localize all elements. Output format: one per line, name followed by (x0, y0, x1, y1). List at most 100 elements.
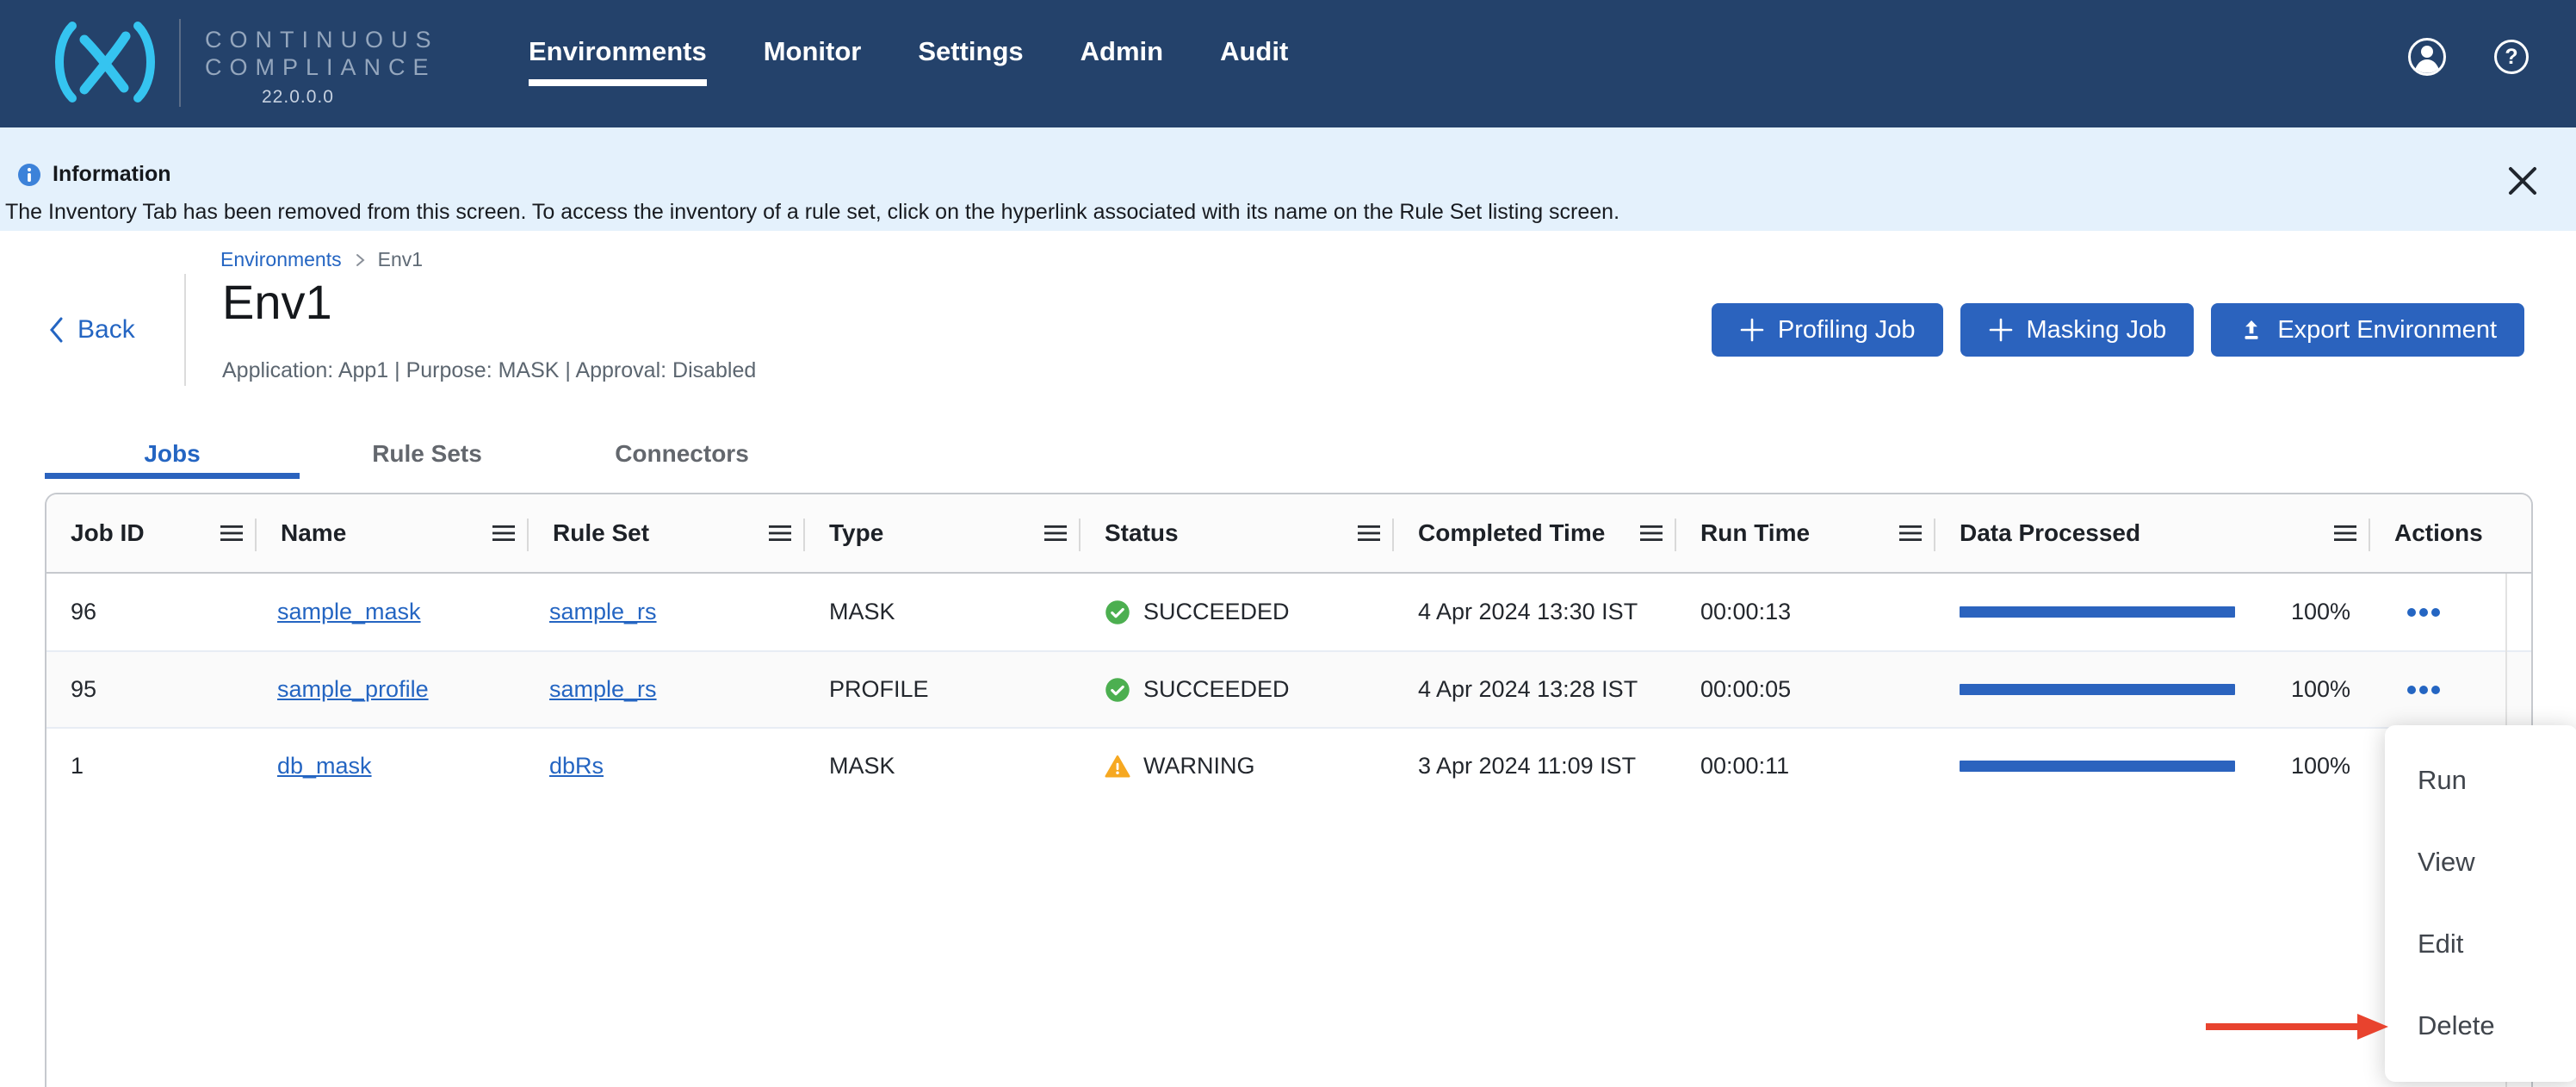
column-header[interactable]: Completed Time (1394, 494, 1676, 572)
column-menu-icon[interactable] (220, 525, 243, 542)
cell-status: SUCCEEDED (1081, 652, 1394, 727)
column-menu-icon[interactable] (1899, 525, 1922, 542)
masking-job-label: Masking Job (2027, 316, 2167, 345)
nav-item[interactable]: Admin (1081, 34, 1163, 69)
cell-actions (2370, 652, 2507, 727)
tab[interactable]: Jobs (45, 429, 300, 479)
close-icon[interactable] (2502, 160, 2543, 202)
export-environment-label: Export Environment (2277, 316, 2497, 345)
progress-percent: 100% (2291, 599, 2350, 625)
column-header[interactable]: Name (257, 494, 529, 572)
column-header[interactable]: Rule Set (529, 494, 805, 572)
nav-item[interactable]: Audit (1220, 34, 1288, 69)
rule-set-link[interactable]: sample_rs (549, 599, 657, 625)
info-banner: Information The Inventory Tab has been r… (0, 127, 2576, 231)
banner-message: The Inventory Tab has been removed from … (5, 200, 1619, 225)
cell-data-processed: 100% (1935, 574, 2370, 650)
header-actions: Profiling Job Masking Job Export Environ… (1712, 303, 2524, 357)
cell-run-time: 00:00:13 (1676, 574, 1935, 650)
cell-run-time: 00:00:11 (1676, 729, 1935, 804)
column-header[interactable]: Type (805, 494, 1081, 572)
chevron-left-icon (48, 316, 64, 344)
breadcrumb-link-environments[interactable]: Environments (220, 248, 342, 271)
back-button[interactable]: Back (48, 315, 135, 345)
main-nav: Environments Monitor Settings Admin Audi… (529, 34, 1288, 69)
nav-item[interactable]: Environments (529, 34, 707, 69)
success-check-icon (1105, 677, 1130, 703)
job-name-link[interactable]: db_mask (277, 753, 372, 780)
rule-set-link[interactable]: sample_rs (549, 676, 657, 703)
app-header: CONTINUOUS COMPLIANCE 22.0.0.0 Environme… (0, 0, 2576, 127)
cell-data-processed: 100% (1935, 652, 2370, 727)
column-header[interactable]: Status (1081, 494, 1394, 572)
column-header[interactable]: Actions (2370, 494, 2507, 572)
account-icon[interactable] (2407, 37, 2447, 77)
cell-completed-time: 3 Apr 2024 11:09 IST (1394, 729, 1676, 804)
column-header[interactable]: Run Time (1676, 494, 1935, 572)
progress-percent: 100% (2291, 753, 2350, 780)
cell-type: MASK (805, 574, 1081, 650)
product-name: CONTINUOUS COMPLIANCE 22.0.0.0 (205, 26, 439, 108)
page-subtitle: Application: App1 | Purpose: MASK | Appr… (222, 358, 756, 383)
menu-item[interactable]: Delete (2385, 985, 2576, 1066)
column-header[interactable]: Data Processed (1935, 494, 2370, 572)
logo-divider (179, 19, 181, 107)
chevron-right-icon (354, 252, 366, 268)
rule-set-link[interactable]: dbRs (549, 753, 604, 780)
cell-gutter (2507, 574, 2531, 650)
breadcrumb: Environments Env1 (220, 248, 423, 271)
cell-completed-time: 4 Apr 2024 13:28 IST (1394, 652, 1676, 727)
info-icon (17, 163, 41, 187)
product-name-line2: COMPLIANCE (205, 53, 439, 81)
table-row[interactable]: 1 db_mask dbRs MASK (46, 727, 2531, 804)
plus-icon (1739, 317, 1765, 343)
column-menu-icon[interactable] (1640, 525, 1663, 542)
menu-item[interactable]: View (2385, 821, 2576, 903)
breadcrumb-current: Env1 (378, 248, 423, 271)
cell-gutter (2507, 652, 2531, 727)
tab-bar: Jobs Rule Sets Connectors (45, 429, 809, 479)
cell-type: PROFILE (805, 652, 1081, 727)
table-row[interactable]: 96 sample_mask sample_rs MASK (46, 574, 2531, 650)
column-header[interactable]: Job ID (46, 494, 257, 572)
progress-bar (1960, 684, 2235, 695)
row-actions-menu-icon[interactable] (2406, 607, 2441, 618)
nav-item[interactable]: Settings (918, 34, 1023, 69)
back-label: Back (77, 315, 135, 345)
menu-item[interactable]: Run (2385, 739, 2576, 821)
profiling-job-button[interactable]: Profiling Job (1712, 303, 1943, 357)
title-divider (184, 274, 186, 386)
row-actions-menu-icon[interactable] (2406, 685, 2441, 695)
menu-item[interactable]: Edit (2385, 903, 2576, 985)
delphix-logo-icon[interactable] (48, 21, 162, 103)
tab[interactable]: Connectors (554, 429, 809, 479)
cell-status: SUCCEEDED (1081, 574, 1394, 650)
help-icon[interactable]: ? (2493, 39, 2530, 75)
column-menu-icon[interactable] (492, 525, 515, 542)
table-header: Job ID Name (46, 494, 2531, 574)
plus-icon (1988, 317, 2014, 343)
nav-item[interactable]: Monitor (764, 34, 862, 69)
column-menu-icon[interactable] (1358, 525, 1380, 542)
column-menu-icon[interactable] (1044, 525, 1067, 542)
job-name-link[interactable]: sample_mask (277, 599, 421, 625)
export-environment-button[interactable]: Export Environment (2211, 303, 2524, 357)
product-name-line1: CONTINUOUS (205, 26, 439, 53)
masking-job-button[interactable]: Masking Job (1960, 303, 2195, 357)
row-actions-menu: Run View Edit Delete (2385, 725, 2576, 1082)
jobs-table: Job ID Name (45, 493, 2533, 1087)
progress-percent: 100% (2291, 676, 2350, 703)
table-row[interactable]: 95 sample_profile sample_rs PROFILE (46, 650, 2531, 727)
column-menu-icon[interactable] (769, 525, 791, 542)
warning-triangle-icon (1105, 754, 1130, 780)
success-check-icon (1105, 599, 1130, 625)
tab[interactable]: Rule Sets (300, 429, 554, 479)
status-icon (1105, 677, 1130, 703)
column-menu-icon[interactable] (2334, 525, 2356, 542)
status-icon (1105, 754, 1130, 780)
job-name-link[interactable]: sample_profile (277, 676, 429, 703)
profiling-job-label: Profiling Job (1778, 316, 1916, 345)
status-label: SUCCEEDED (1143, 676, 1290, 703)
cell-job-id: 95 (46, 652, 257, 727)
status-label: WARNING (1143, 753, 1255, 780)
